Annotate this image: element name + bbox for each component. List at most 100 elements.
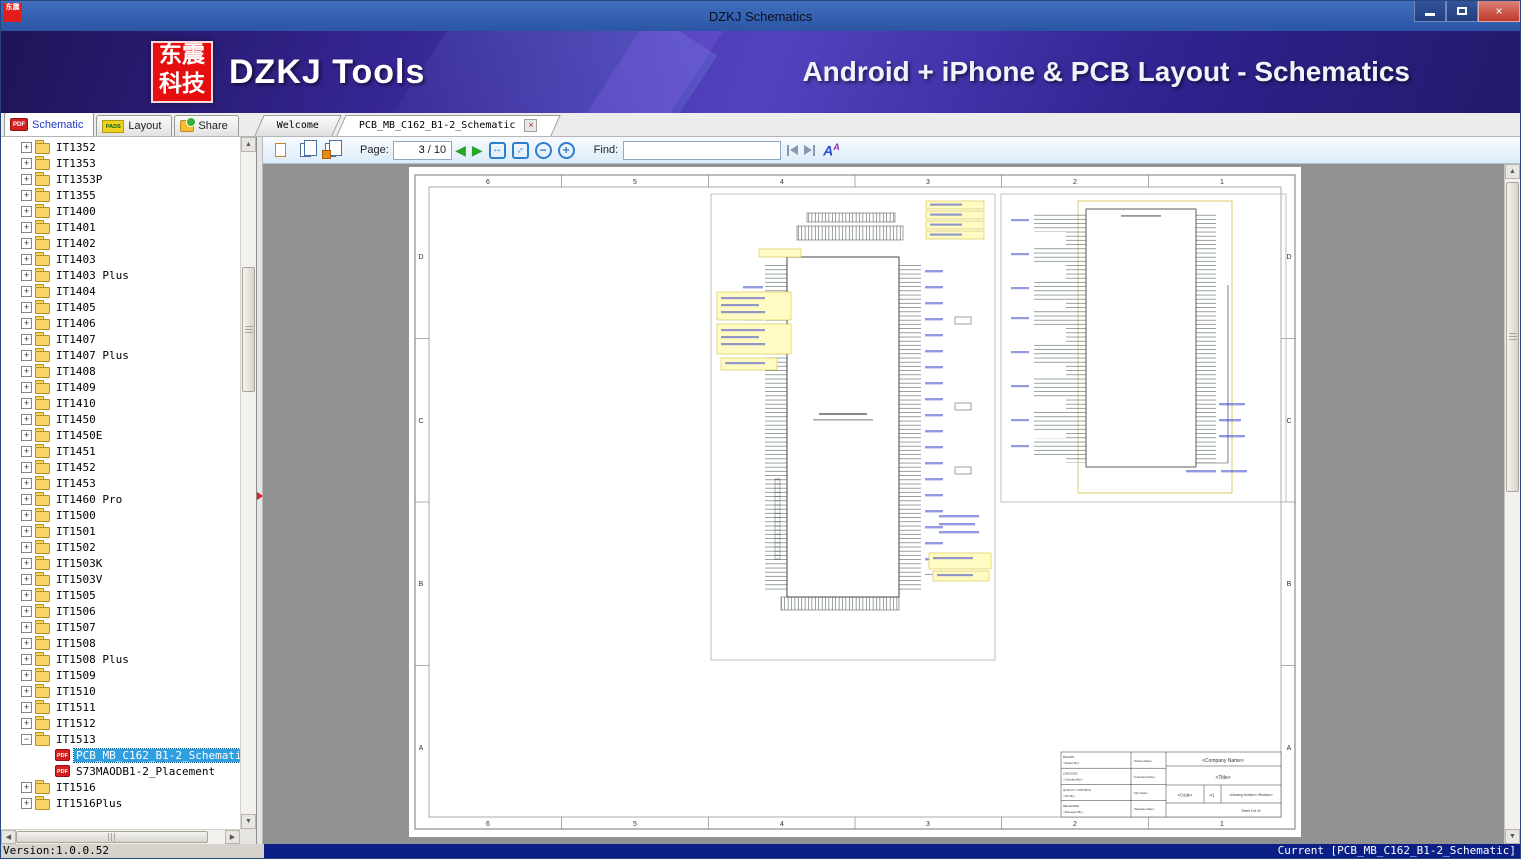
tab-welcome[interactable]: Welcome [259, 115, 337, 136]
tree-item-folder[interactable]: + IT1353 [1, 155, 240, 171]
next-page-button[interactable]: ▶ [472, 143, 483, 157]
tree-item-folder[interactable]: + IT1400 [1, 203, 240, 219]
expand-icon[interactable]: + [21, 237, 32, 249]
tree-item-folder[interactable]: + IT1404 [1, 283, 240, 299]
expand-icon[interactable]: + [21, 429, 32, 441]
close-button[interactable]: × [1478, 1, 1520, 22]
tree-item-folder[interactable]: + IT1505 [1, 587, 240, 603]
tree-item-folder[interactable]: + IT1511 [1, 699, 240, 715]
expand-icon[interactable]: + [21, 653, 32, 665]
expand-icon[interactable]: + [21, 781, 32, 793]
sidebar-scroll-thumb[interactable] [242, 267, 255, 392]
previous-page-button[interactable]: ◀ [455, 143, 466, 157]
tree-item-folder[interactable]: + IT1502 [1, 539, 240, 555]
expand-icon[interactable]: + [21, 301, 32, 313]
tree-item-folder[interactable]: + IT1409 [1, 379, 240, 395]
tab-layout[interactable]: PADS Layout [96, 115, 173, 136]
sidebar-vertical-scrollbar[interactable]: ▲ ▼ [240, 137, 256, 829]
zoom-out-button[interactable]: − [534, 141, 552, 159]
expand-icon[interactable]: + [21, 205, 32, 217]
expand-icon[interactable]: + [21, 621, 32, 633]
expand-icon[interactable]: + [21, 349, 32, 361]
tab-close-icon[interactable]: × [524, 119, 538, 132]
expand-icon[interactable]: + [21, 509, 32, 521]
facing-page-view-button[interactable] [294, 139, 317, 162]
scroll-down-icon[interactable]: ▼ [1505, 829, 1520, 844]
expand-icon[interactable]: + [21, 605, 32, 617]
tree-item-folder[interactable]: + IT1406 [1, 315, 240, 331]
expand-icon[interactable]: + [21, 573, 32, 585]
expand-icon[interactable]: + [21, 541, 32, 553]
collapse-icon[interactable]: − [21, 733, 32, 745]
tree-item-folder[interactable]: + IT1408 [1, 363, 240, 379]
fit-page-button[interactable]: ↔ [511, 141, 529, 159]
expand-icon[interactable]: + [21, 477, 32, 489]
expand-icon[interactable]: + [21, 701, 32, 713]
maximize-button[interactable] [1446, 1, 1478, 22]
expand-icon[interactable]: + [21, 797, 32, 809]
tree-item-folder[interactable]: + IT1405 [1, 299, 240, 315]
expand-icon[interactable]: + [21, 557, 32, 569]
expand-icon[interactable]: + [21, 685, 32, 697]
tab-schematic[interactable]: PDF Schematic [4, 112, 95, 136]
tree-item-folder[interactable]: − IT1513 [1, 731, 240, 747]
tree-item-folder[interactable]: + IT1450 [1, 411, 240, 427]
tree-item-folder[interactable]: + IT1506 [1, 603, 240, 619]
expand-icon[interactable]: + [21, 493, 32, 505]
single-page-view-button[interactable] [269, 139, 292, 162]
tree-item-folder[interactable]: + IT1451 [1, 443, 240, 459]
expand-icon[interactable]: + [21, 525, 32, 537]
tree-item-folder[interactable]: + IT1501 [1, 523, 240, 539]
fit-width-button[interactable]: ↔ [488, 141, 506, 159]
expand-icon[interactable]: + [21, 189, 32, 201]
tree-item-folder[interactable]: + IT1510 [1, 683, 240, 699]
expand-icon[interactable]: + [21, 317, 32, 329]
tree-item-folder[interactable]: + IT1508 [1, 635, 240, 651]
expand-icon[interactable]: + [21, 397, 32, 409]
scroll-down-icon[interactable]: ▼ [241, 814, 256, 829]
tree-item-folder[interactable]: + IT1407 [1, 331, 240, 347]
expand-icon[interactable]: + [21, 141, 32, 153]
expand-icon[interactable]: + [21, 717, 32, 729]
expand-icon[interactable]: + [21, 589, 32, 601]
tree-item-document[interactable]: PDF S73MAODB1-2_Placement [1, 763, 240, 779]
viewer-scroll-thumb[interactable] [1506, 182, 1519, 492]
tab-document[interactable]: PCB_MB_C162_B1-2_Schematic × [341, 115, 556, 136]
scroll-left-icon[interactable]: ◀ [1, 830, 16, 844]
tree-item-folder[interactable]: + IT1410 [1, 395, 240, 411]
tree-item-folder[interactable]: + IT1355 [1, 187, 240, 203]
tree-item-folder[interactable]: + IT1460 Pro [1, 491, 240, 507]
tree-item-folder[interactable]: + IT1352 [1, 139, 240, 155]
expand-icon[interactable]: + [21, 669, 32, 681]
find-previous-button[interactable] [787, 144, 799, 156]
tree-item-folder[interactable]: + IT1500 [1, 507, 240, 523]
tree-item-folder[interactable]: + IT1403 Plus [1, 267, 240, 283]
scroll-up-icon[interactable]: ▲ [241, 137, 256, 152]
continuous-view-button[interactable] [319, 139, 342, 162]
expand-icon[interactable]: + [21, 365, 32, 377]
find-next-button[interactable] [804, 144, 816, 156]
tree-item-folder[interactable]: + IT1453 [1, 475, 240, 491]
expand-icon[interactable]: + [21, 285, 32, 297]
tree-item-folder[interactable]: + IT1353P [1, 171, 240, 187]
viewer-vertical-scrollbar[interactable]: ▲ ▼ [1504, 164, 1520, 844]
tree-item-folder[interactable]: + IT1401 [1, 219, 240, 235]
tree-item-folder[interactable]: + IT1452 [1, 459, 240, 475]
expand-icon[interactable]: + [21, 333, 32, 345]
expand-icon[interactable]: + [21, 445, 32, 457]
expand-icon[interactable]: + [21, 413, 32, 425]
tree-item-folder[interactable]: + IT1503V [1, 571, 240, 587]
zoom-in-button[interactable]: + [557, 141, 575, 159]
match-case-button[interactable]: AA [823, 142, 840, 157]
tree-item-folder[interactable]: + IT1509 [1, 667, 240, 683]
page-number-input[interactable] [398, 144, 425, 156]
tree-item-folder[interactable]: + IT1507 [1, 619, 240, 635]
expand-icon[interactable]: + [21, 157, 32, 169]
expand-icon[interactable]: + [21, 269, 32, 281]
tree-item-folder[interactable]: + IT1407 Plus [1, 347, 240, 363]
tab-share[interactable]: Share [174, 115, 239, 136]
minimize-button[interactable] [1414, 1, 1446, 22]
tree-item-folder[interactable]: + IT1402 [1, 235, 240, 251]
scroll-up-icon[interactable]: ▲ [1505, 164, 1520, 179]
tree-item-folder[interactable]: + IT1450E [1, 427, 240, 443]
